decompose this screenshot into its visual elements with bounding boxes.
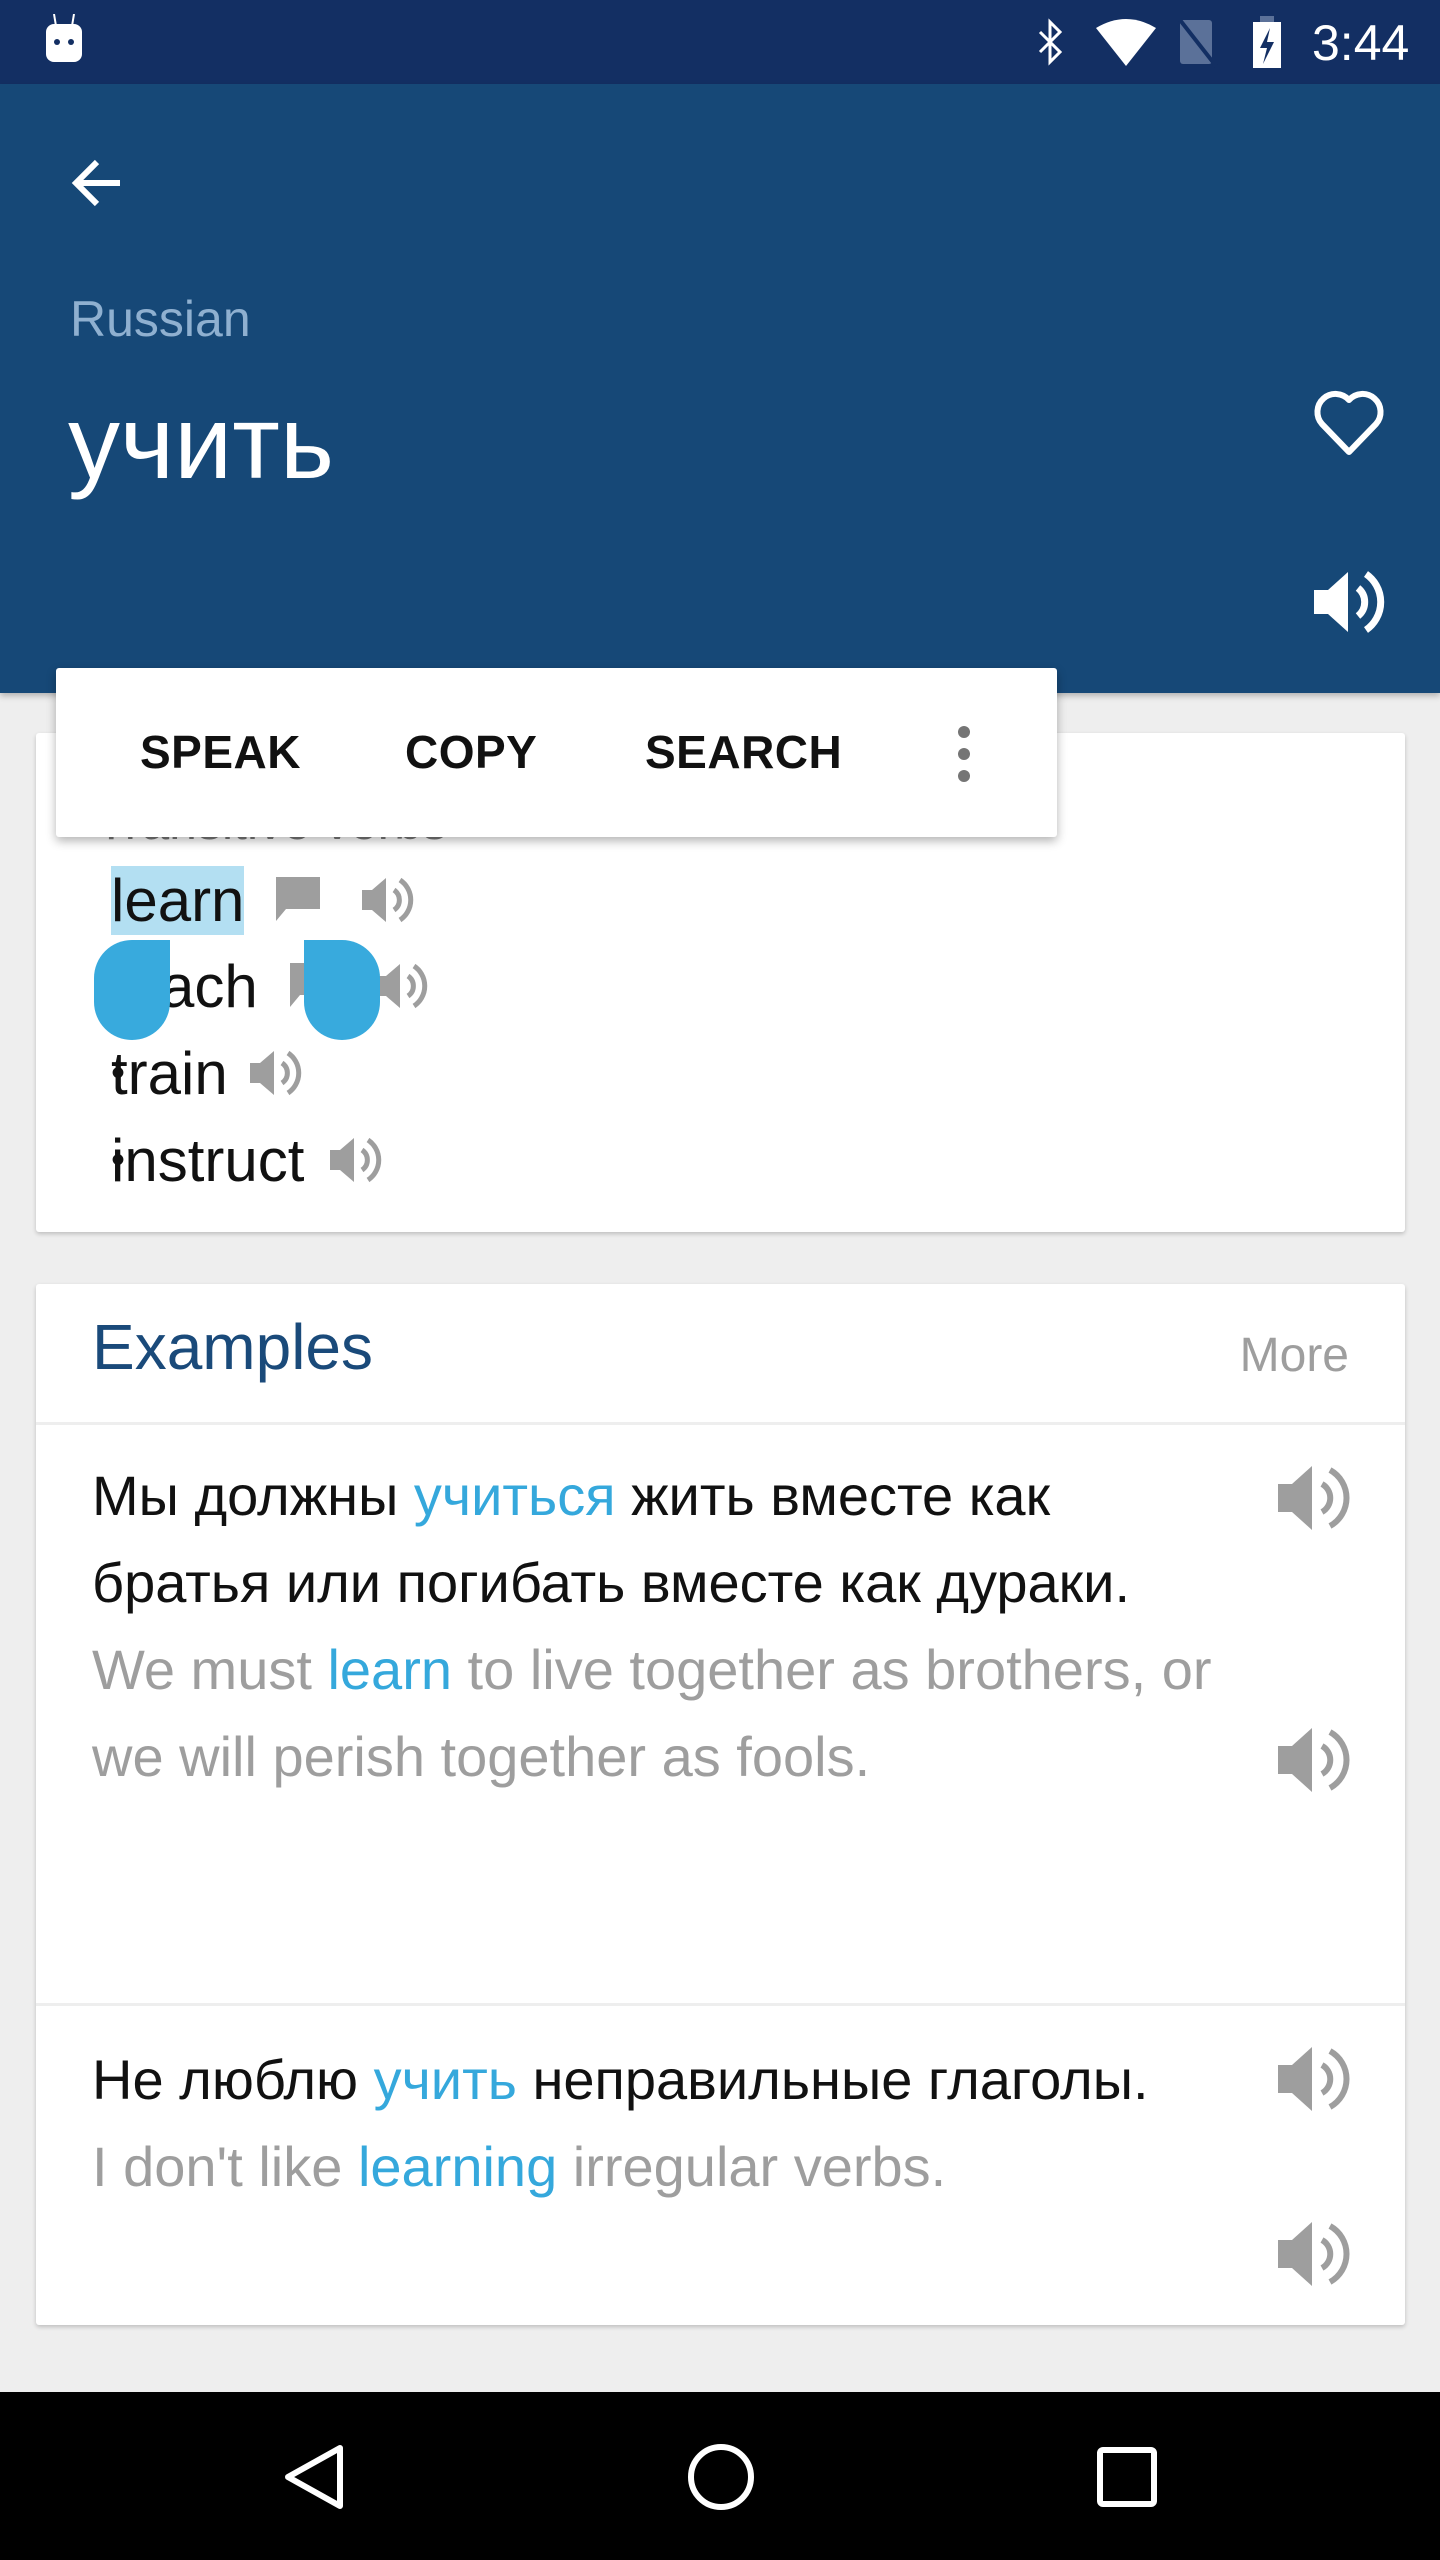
text: Не люблю (92, 2048, 374, 2111)
examples-card: Examples More Мы должны учиться жить вме… (36, 1284, 1405, 2325)
example-english[interactable]: I don't like learning irregular verbs. (92, 2123, 1212, 2210)
more-link[interactable]: More (1240, 1328, 1349, 1383)
copy-button[interactable]: COPY (405, 668, 537, 837)
example-english[interactable]: We must learn to live together as brothe… (92, 1626, 1212, 1800)
examples-title: Examples (92, 1311, 373, 1383)
speaker-icon[interactable] (1276, 2041, 1352, 2117)
clock: 3:44 (1312, 15, 1410, 71)
comment-icon[interactable] (274, 875, 324, 925)
speaker-icon[interactable] (328, 1132, 388, 1188)
android-icon (46, 14, 82, 62)
no-sim-icon (1178, 18, 1218, 68)
more-vert-icon[interactable] (952, 724, 976, 784)
speaker-icon[interactable] (360, 872, 420, 928)
headword: учить (68, 385, 335, 501)
divider (36, 1422, 1405, 1425)
text: неправильные глаголы. (516, 2048, 1149, 2111)
speaker-icon[interactable] (1276, 2216, 1352, 2292)
translation-item-train[interactable]: • train (36, 1033, 308, 1113)
back-arrow-icon[interactable] (64, 150, 130, 216)
translation-word[interactable]: instruct (111, 1126, 304, 1195)
text-selection-menu: SPEAK COPY SEARCH (56, 668, 1057, 837)
translation-item-learn[interactable]: •learn (36, 860, 420, 940)
app-header: Russian учить (0, 84, 1440, 693)
divider (36, 2003, 1405, 2006)
speaker-icon[interactable] (1310, 564, 1390, 640)
speaker-icon[interactable] (1276, 1722, 1352, 1798)
selection-handle-end[interactable] (304, 940, 380, 1040)
highlight: learn (327, 1638, 452, 1701)
selection-handle-start[interactable] (94, 940, 170, 1040)
translation-word[interactable]: train (111, 1039, 228, 1108)
text: I don't like (92, 2135, 358, 2198)
battery-charging-icon (1253, 16, 1281, 68)
example-russian[interactable]: Не люблю учить неправильные глаголы. (92, 2036, 1212, 2123)
translation-word[interactable]: learn (111, 865, 245, 935)
speaker-icon[interactable] (1276, 1460, 1352, 1536)
highlight: учиться (413, 1464, 616, 1527)
example-russian[interactable]: Мы должны учиться жить вместе как братья… (92, 1452, 1212, 1626)
example-item: Не люблю учить неправильные глаголы. I d… (92, 2036, 1212, 2210)
speaker-icon[interactable] (374, 958, 434, 1014)
speaker-icon[interactable] (248, 1045, 308, 1101)
bluetooth-icon (1038, 18, 1063, 66)
highlight: учить (373, 2048, 517, 2111)
search-button[interactable]: SEARCH (645, 668, 842, 837)
source-language: Russian (70, 291, 251, 347)
example-item: Мы должны учиться жить вместе как братья… (92, 1452, 1212, 1800)
wifi-icon (1096, 19, 1156, 66)
highlight: learning (357, 2135, 558, 2198)
heart-icon[interactable] (1312, 388, 1386, 458)
recents-nav-icon[interactable] (1096, 2446, 1158, 2508)
home-nav-icon[interactable] (686, 2442, 756, 2512)
text: irregular verbs. (557, 2135, 947, 2198)
back-nav-icon[interactable] (282, 2442, 346, 2512)
translation-item-instruct[interactable]: • instruct (36, 1120, 388, 1200)
navigation-bar (0, 2392, 1440, 2560)
status-bar: 3:44 (0, 0, 1440, 84)
speak-button[interactable]: SPEAK (140, 668, 301, 837)
text: Мы должны (92, 1464, 414, 1527)
text: We must (92, 1638, 328, 1701)
